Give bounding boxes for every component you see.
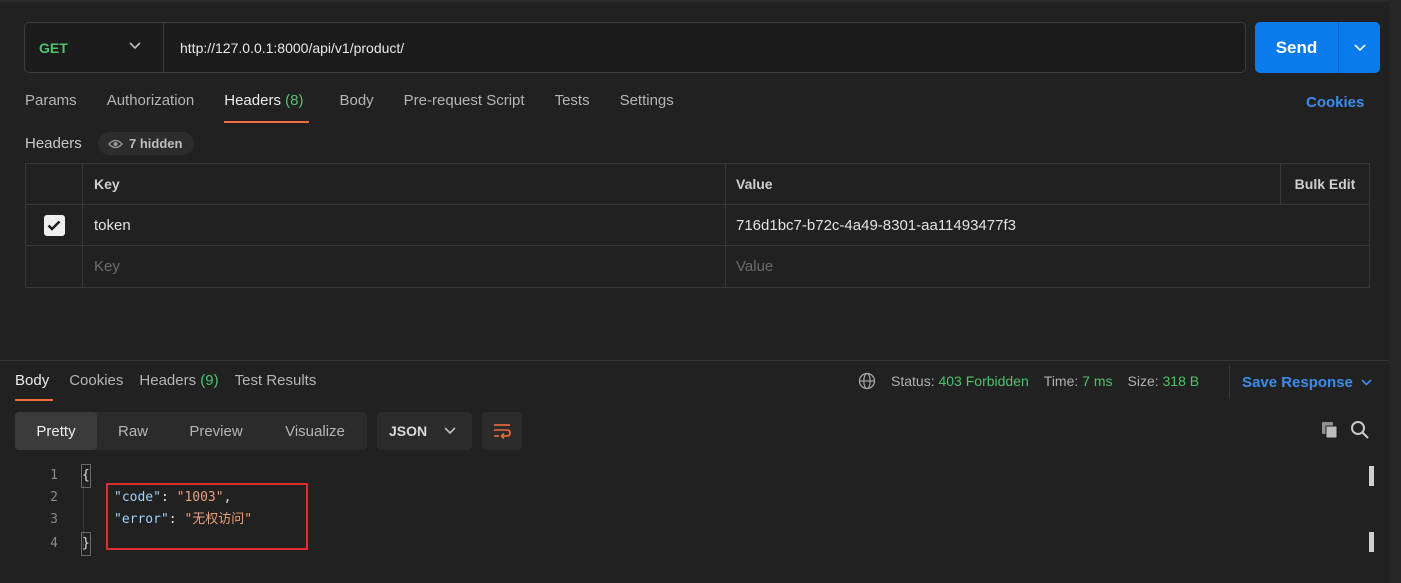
chevron-down-icon (1361, 378, 1372, 386)
tab-params[interactable]: Params (25, 92, 77, 123)
close-brace: } (81, 532, 91, 556)
key-column-header: Key (83, 164, 726, 204)
view-visualize[interactable]: Visualize (263, 412, 367, 450)
json-string: "1003" (176, 490, 224, 505)
pane-divider[interactable] (0, 360, 1389, 361)
view-mode-switch: Pretty Raw Preview Visualize (15, 412, 367, 450)
check-column-header (26, 164, 83, 204)
tab-response-cookies[interactable]: Cookies (69, 372, 123, 401)
response-headers-count: (9) (200, 372, 219, 389)
line-number: 3 (50, 512, 58, 527)
table-header-row: Key Value Bulk Edit (26, 164, 1369, 205)
send-button-group: Send (1255, 22, 1380, 73)
url-bar: GET (24, 22, 1246, 73)
table-row: token 716d1bc7-b72c-4a49-8301-aa11493477… (26, 205, 1369, 246)
header-key-field[interactable]: token (83, 205, 726, 245)
globe-icon[interactable] (858, 372, 876, 390)
tab-test-results[interactable]: Test Results (235, 372, 317, 401)
search-icon[interactable] (1350, 420, 1370, 440)
hidden-count: 7 hidden (129, 136, 183, 151)
json-comma: , (223, 490, 232, 505)
code-line-text: "error": "无权访问" (114, 509, 252, 531)
wrap-icon (494, 424, 511, 439)
headers-table: Key Value Bulk Edit token 716d1bc7-b72c-… (25, 163, 1370, 288)
code-line-text: "code": "1003", (114, 487, 231, 509)
view-raw[interactable]: Raw (97, 412, 169, 450)
method-select[interactable]: GET (25, 23, 164, 72)
send-options-button[interactable] (1339, 22, 1380, 73)
copy-icon[interactable] (1320, 420, 1340, 440)
top-divider (0, 0, 1401, 2)
bulk-edit-button[interactable]: Bulk Edit (1280, 164, 1369, 204)
line-number: 4 (50, 536, 58, 551)
new-key-input[interactable]: Key (83, 246, 726, 287)
cookies-link[interactable]: Cookies (1306, 94, 1364, 111)
line-number: 2 (50, 490, 58, 505)
new-value-input[interactable]: Value (726, 246, 1280, 287)
json-key: "error" (114, 512, 169, 527)
open-brace: { (81, 464, 91, 488)
scrollbar-marker[interactable] (1369, 532, 1374, 552)
tab-response-body[interactable]: Body (15, 372, 54, 401)
json-key: "code" (114, 490, 161, 505)
hidden-headers-toggle[interactable]: 7 hidden (98, 132, 195, 155)
header-enabled-checkbox[interactable] (43, 214, 65, 236)
tab-response-headers[interactable]: Headers (9) (139, 372, 218, 401)
view-pretty[interactable]: Pretty (15, 412, 97, 450)
right-scroll-gutter (1389, 0, 1401, 583)
tab-headers[interactable]: Headers (8) (224, 92, 310, 123)
header-value-field[interactable]: 716d1bc7-b72c-4a49-8301-aa11493477f3 (726, 205, 1280, 245)
chevron-down-icon (444, 427, 456, 435)
table-row-empty: Key Value (26, 246, 1369, 287)
format-select[interactable]: JSON (377, 412, 472, 450)
view-preview[interactable]: Preview (169, 412, 263, 450)
headers-section-title: Headers (25, 135, 82, 152)
send-button[interactable]: Send (1255, 22, 1339, 73)
line-number: 1 (50, 468, 58, 483)
response-meta: Status: 403 Forbidden Time: 7 ms Size: 3… (858, 372, 1214, 390)
method-label: GET (39, 39, 68, 56)
scrollbar-marker[interactable] (1369, 466, 1374, 486)
tab-settings[interactable]: Settings (620, 92, 674, 123)
json-separator: : (168, 512, 185, 527)
url-input[interactable] (164, 23, 1245, 72)
json-separator: : (160, 490, 177, 505)
chevron-down-icon (129, 42, 141, 50)
check-icon (47, 220, 61, 231)
eye-icon (108, 139, 123, 148)
tab-tests[interactable]: Tests (555, 92, 590, 123)
response-time[interactable]: Time: 7 ms (1044, 373, 1113, 389)
response-tabs: Body Cookies Headers (9) Test Results (15, 372, 332, 401)
tab-pre-request-script[interactable]: Pre-request Script (404, 92, 525, 123)
row-check-cell (26, 205, 83, 245)
value-column-header: Value (736, 176, 773, 192)
tab-body[interactable]: Body (339, 92, 373, 123)
response-size[interactable]: Size: 318 B (1128, 373, 1200, 389)
request-tabs: Params Authorization Headers (8) Body Pr… (25, 92, 704, 124)
save-response-button[interactable]: Save Response (1229, 365, 1372, 399)
headers-count: (8) (285, 92, 304, 109)
wrap-lines-button[interactable] (482, 412, 522, 450)
row-check-cell (26, 246, 83, 287)
tab-authorization[interactable]: Authorization (107, 92, 195, 123)
chevron-down-icon (1353, 43, 1366, 51)
status-badge[interactable]: Status: 403 Forbidden (891, 373, 1029, 389)
json-string: "无权访问" (184, 512, 253, 527)
